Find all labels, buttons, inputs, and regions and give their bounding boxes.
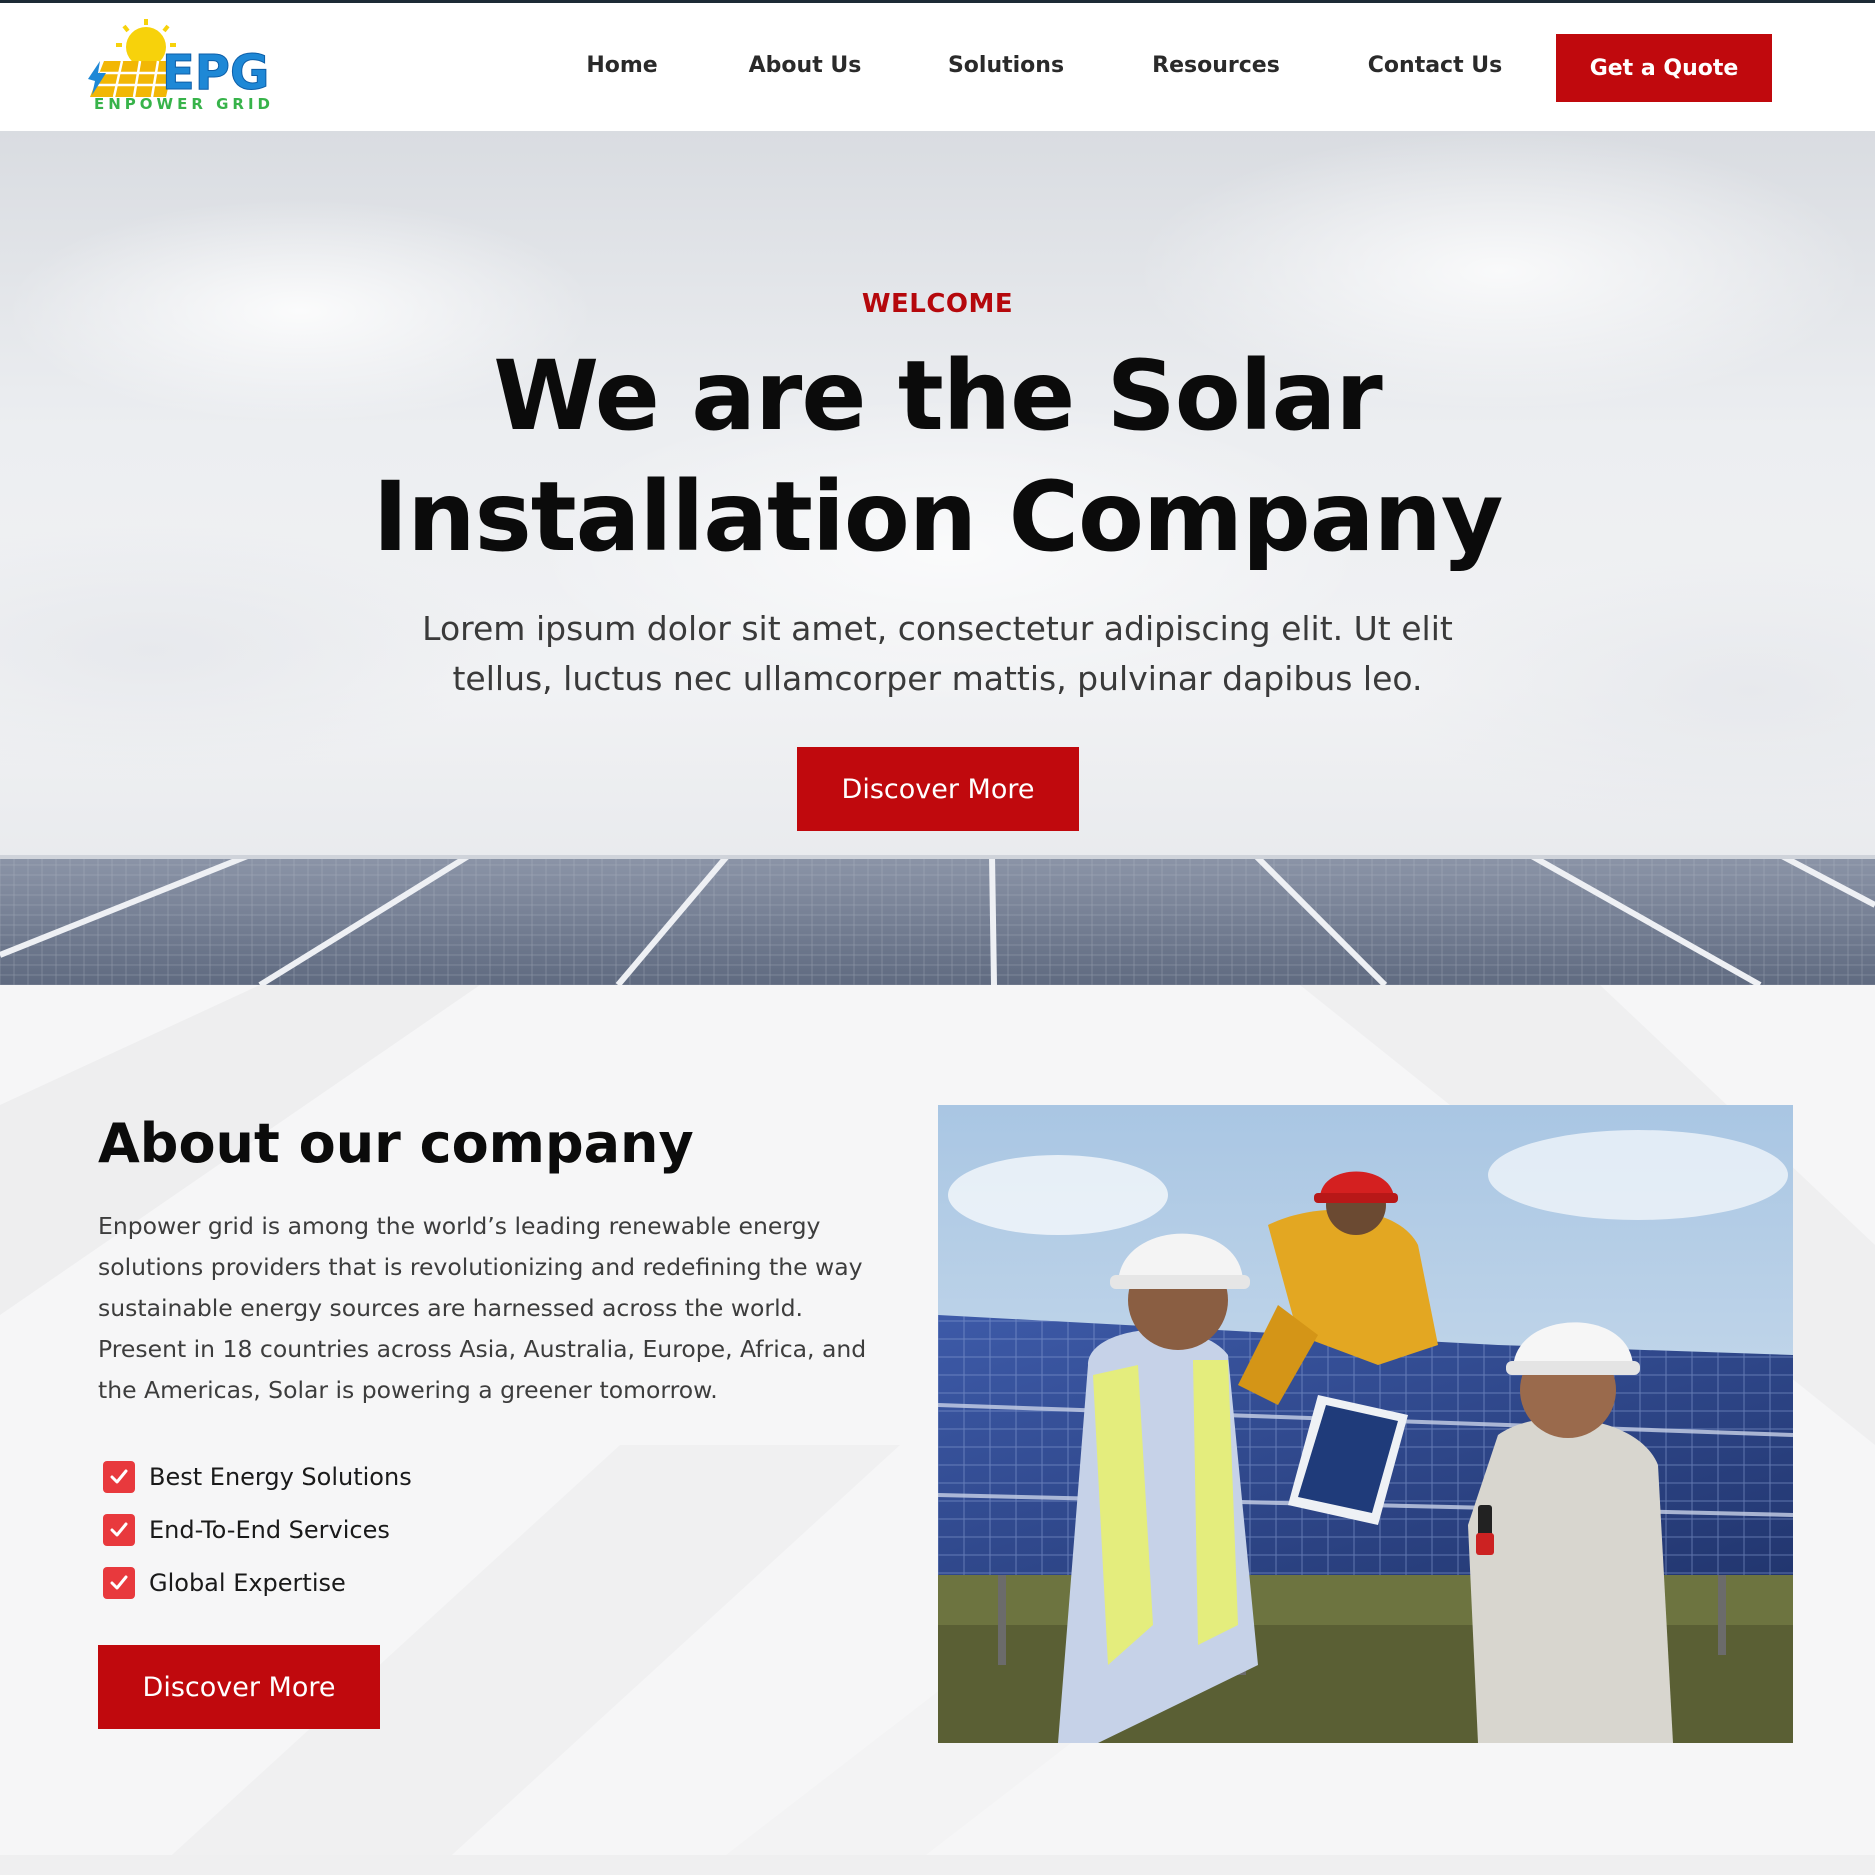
logo-letters: EPG (162, 45, 269, 101)
engineers-solar-photo (938, 1105, 1793, 1743)
logo-wordmark: ENPOWER GRID (93, 95, 274, 113)
nav-about-us[interactable]: About Us (749, 53, 862, 78)
checkbox-checked-icon (103, 1566, 135, 1599)
logo-mark-icon: EPG (88, 19, 270, 102)
feature-item: Best Energy Solutions (103, 1450, 412, 1503)
get-a-quote-button[interactable]: Get a Quote (1556, 34, 1772, 102)
feature-item: Global Expertise (103, 1556, 412, 1609)
hero-title: We are the Solar Installation Company (0, 336, 1875, 578)
checkbox-checked-icon (103, 1513, 135, 1546)
hero-discover-more-button[interactable]: Discover More (797, 747, 1079, 831)
nav-contact-us[interactable]: Contact Us (1368, 53, 1502, 78)
site-header: EPG ENPOWER GRID Home About Us Solutions… (0, 3, 1875, 131)
feature-list: Best Energy Solutions End-To-End Service… (103, 1450, 412, 1609)
nav-home[interactable]: Home (586, 53, 657, 78)
hero-section: WELCOME We are the Solar Installation Co… (0, 131, 1875, 985)
feature-label: Best Energy Solutions (149, 1462, 412, 1491)
about-description: Enpower grid is among the world’s leadin… (98, 1212, 867, 1404)
feature-label: Global Expertise (149, 1568, 346, 1597)
nav-solutions[interactable]: Solutions (948, 53, 1064, 78)
feature-label: End-To-End Services (149, 1515, 390, 1544)
about-section: About our company Enpower grid is among … (0, 985, 1875, 1875)
about-discover-more-button[interactable]: Discover More (98, 1645, 380, 1729)
feature-item: End-To-End Services (103, 1503, 412, 1556)
about-title: About our company (98, 1112, 694, 1175)
nav-resources[interactable]: Resources (1152, 53, 1280, 78)
solar-panels-background (0, 855, 1875, 985)
checkbox-checked-icon (103, 1460, 135, 1493)
photo-illustration (938, 1105, 1793, 1743)
hero-kicker: WELCOME (861, 289, 1014, 319)
hero-title-line-2: Installation Company (372, 461, 1504, 573)
hero-subtitle: Lorem ipsum dolor sit amet, consectetur … (422, 609, 1453, 698)
enpower-grid-logo[interactable]: EPG ENPOWER GRID (84, 17, 284, 117)
hero-title-line-1: We are the Solar (493, 340, 1383, 452)
